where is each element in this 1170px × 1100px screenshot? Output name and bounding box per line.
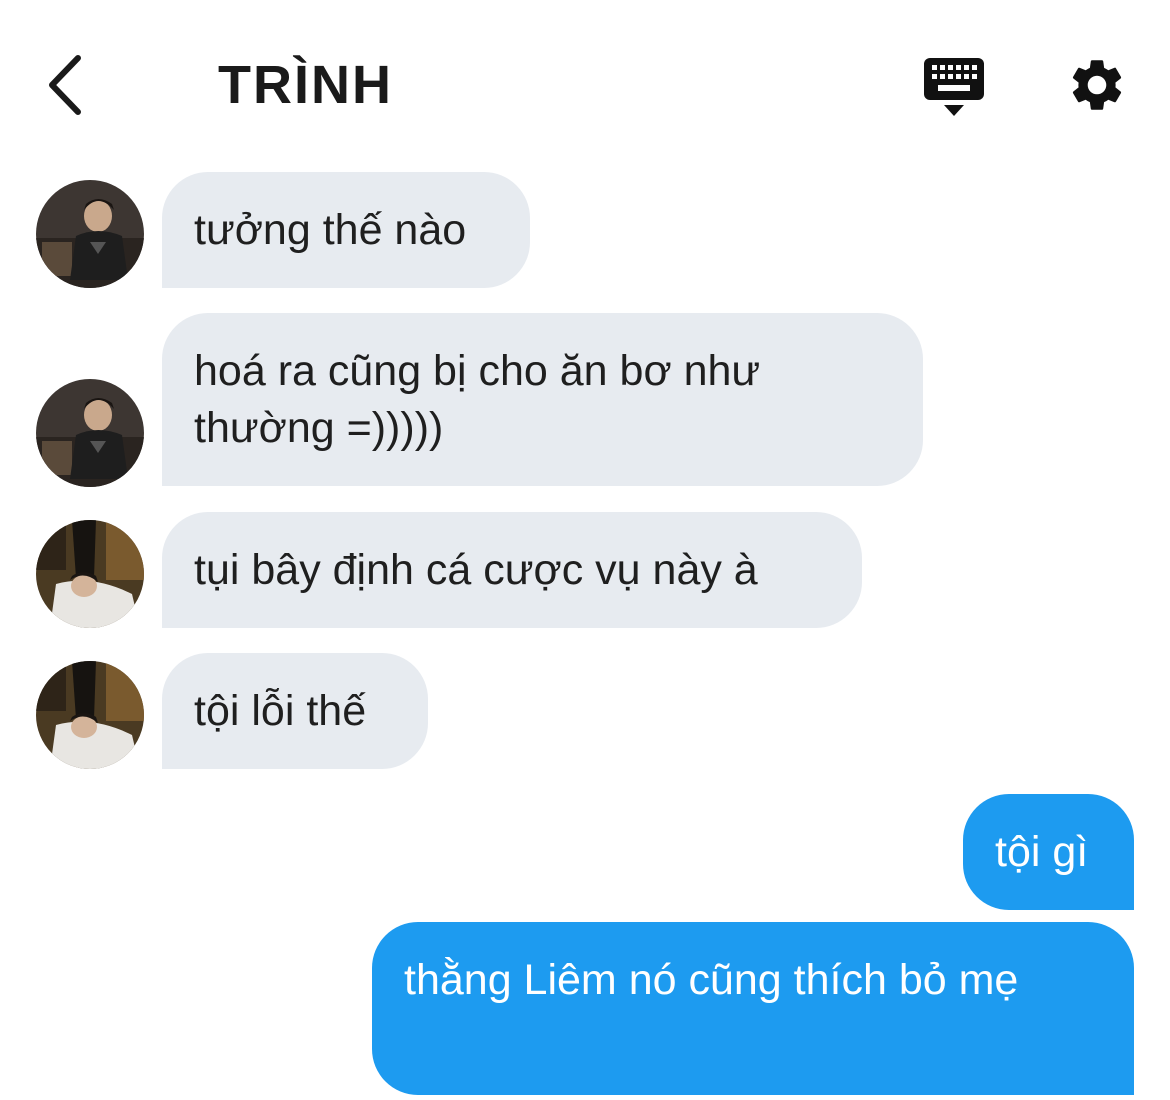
avatar[interactable] xyxy=(36,520,144,628)
avatar[interactable] xyxy=(36,661,144,769)
message-bubble-incoming[interactable]: hoá ra cũng bị cho ăn bơ như thường =)))… xyxy=(162,313,923,486)
message-bubble-incoming[interactable]: tụi bây định cá cược vụ này à xyxy=(162,512,862,628)
message-bubble-incoming[interactable]: tưởng thế nào xyxy=(162,172,530,288)
gear-icon xyxy=(1072,60,1122,110)
back-button[interactable] xyxy=(40,50,92,120)
avatar-photo xyxy=(36,520,144,628)
message-bubble-outgoing[interactable]: thằng Liêm nó cũng thích bỏ mẹ xyxy=(372,922,1134,1095)
conversation-title: TRÌNH xyxy=(218,55,393,115)
keyboard-icon xyxy=(924,58,984,116)
chevron-left-icon xyxy=(49,55,81,115)
settings-button[interactable] xyxy=(1066,54,1128,116)
avatar[interactable] xyxy=(36,379,144,487)
message-bubble-outgoing[interactable]: tội gì xyxy=(963,794,1134,910)
avatar-photo xyxy=(36,180,144,288)
message-bubble-incoming[interactable]: tội lỗi thế xyxy=(162,653,428,769)
avatar[interactable] xyxy=(36,180,144,288)
avatar-photo xyxy=(36,379,144,487)
avatar-photo xyxy=(36,661,144,769)
keyboard-button[interactable] xyxy=(922,56,986,118)
